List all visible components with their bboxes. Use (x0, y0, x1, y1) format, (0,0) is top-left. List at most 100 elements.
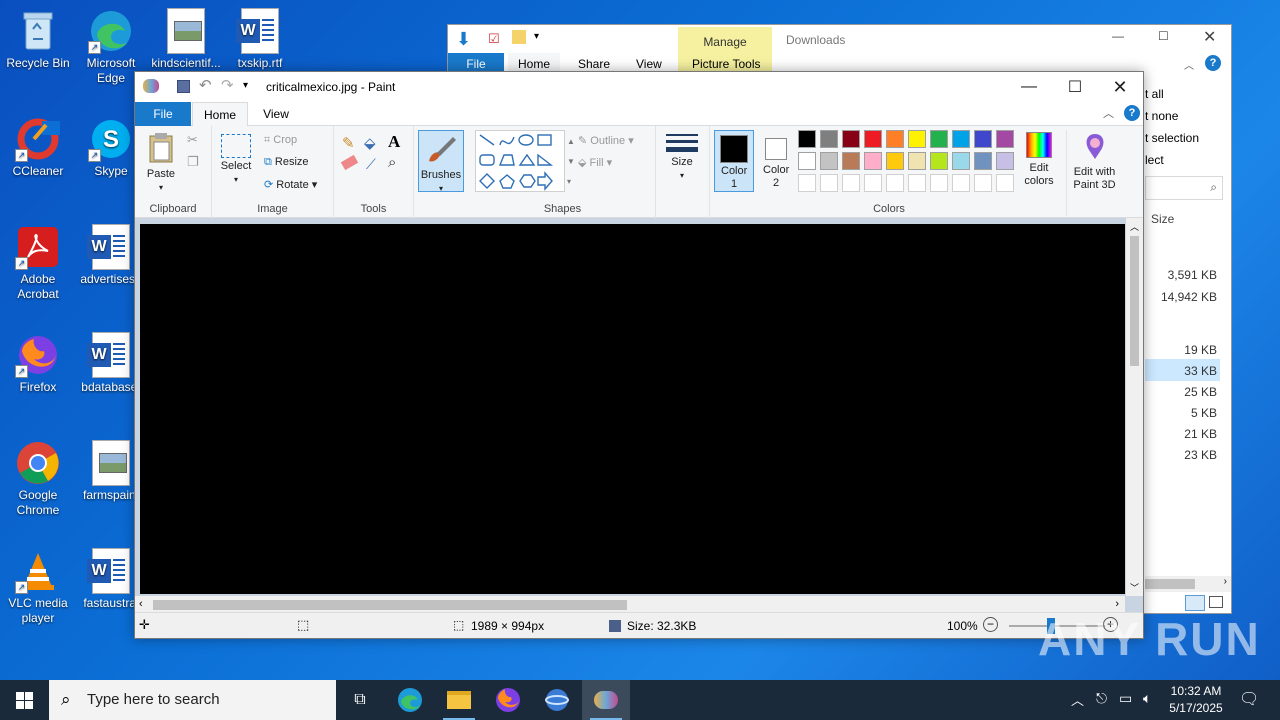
triangle-shape-icon[interactable] (518, 153, 536, 166)
scroll-thumb[interactable] (153, 600, 627, 610)
scroll-right-icon[interactable]: › (1115, 598, 1119, 610)
desktop-icon-chrome[interactable]: Google Chrome (0, 440, 76, 518)
eraser-icon[interactable] (340, 154, 359, 171)
color-swatch[interactable] (952, 130, 970, 148)
select-all[interactable]: t all (1145, 87, 1164, 101)
ribbon-collapse-icon[interactable]: ︿ (1103, 105, 1114, 121)
brushes-button[interactable]: Brushes ▾ (418, 130, 464, 193)
rotate-button[interactable]: ⟳ Rotate ▾ (264, 178, 317, 191)
color-swatch[interactable] (820, 152, 838, 170)
color-swatch[interactable] (864, 174, 882, 192)
magnifier-icon[interactable]: ⌕ (388, 154, 396, 171)
large-icons-view-icon[interactable] (1209, 596, 1223, 608)
search-box[interactable]: ⌕ (1145, 176, 1223, 200)
scroll-right-icon[interactable]: › (1224, 576, 1227, 587)
close-button[interactable]: ✕ (1203, 27, 1216, 47)
select-none[interactable]: t none (1145, 109, 1178, 123)
outline-button[interactable]: ✎ Outline ▾ (578, 134, 634, 147)
color-swatch[interactable] (886, 174, 904, 192)
clock[interactable]: 10:32 AM 5/17/2025 (1164, 683, 1228, 717)
edit-paint3d-button[interactable]: Edit with Paint 3D (1066, 130, 1122, 216)
color-swatch[interactable] (996, 130, 1014, 148)
size-column-header[interactable]: Size (1151, 212, 1174, 226)
save-icon[interactable] (177, 80, 190, 93)
color-swatch[interactable] (842, 174, 860, 192)
resize-button[interactable]: ⧉ Resize (264, 156, 309, 169)
color-swatch[interactable] (974, 130, 992, 148)
select-button[interactable]: Select ▾ (218, 134, 254, 186)
color-swatch[interactable] (798, 130, 816, 148)
color-swatch[interactable] (974, 174, 992, 192)
crop-button[interactable]: ⌗ Crop (264, 134, 297, 147)
tab-view[interactable]: View (251, 102, 301, 126)
drawing-canvas[interactable] (140, 224, 1125, 594)
help-icon[interactable]: ? (1124, 105, 1140, 121)
folder-icon[interactable] (512, 30, 526, 44)
arrow-shape-icon[interactable] (537, 171, 553, 191)
color-swatch[interactable] (908, 130, 926, 148)
color-swatch[interactable] (798, 152, 816, 170)
help-icon[interactable]: ? (1205, 55, 1221, 71)
color-swatch[interactable] (952, 152, 970, 170)
taskbar-app-4[interactable] (533, 680, 581, 720)
color-swatch[interactable] (930, 130, 948, 148)
color-swatch[interactable] (908, 174, 926, 192)
cut-icon[interactable]: ✂ (187, 132, 198, 148)
vertical-scrollbar[interactable]: ︿ ﹀ (1126, 218, 1143, 596)
color1-button[interactable]: Color 1 (714, 130, 754, 192)
pencil-icon[interactable]: ✎ (342, 134, 355, 152)
color2-button[interactable]: Color 2 (758, 130, 794, 192)
network-activity-icon[interactable]: ⎋ (1096, 690, 1107, 707)
scroll-left-icon[interactable]: ‹ (139, 598, 143, 610)
tab-file[interactable]: File (135, 102, 191, 126)
desktop-icon-vlc[interactable]: ↗ VLC media player (0, 548, 76, 626)
desktop-icon-txskip[interactable]: W txskip.rtf (222, 8, 298, 71)
properties-icon[interactable]: ☑ (488, 31, 500, 47)
undo-icon[interactable]: ↶ (199, 76, 212, 94)
rounded-rectangle-shape-icon[interactable] (479, 154, 495, 166)
line-shape-icon[interactable] (479, 134, 495, 146)
oval-shape-icon[interactable] (518, 134, 534, 146)
invert-selection[interactable]: t selection (1145, 131, 1199, 145)
details-view-icon[interactable] (1185, 595, 1205, 611)
taskbar-file-explorer[interactable] (435, 680, 483, 720)
redo-icon[interactable]: ↷ (221, 76, 234, 94)
paste-button[interactable]: Paste ▾ (143, 132, 179, 194)
curve-shape-icon[interactable] (499, 136, 515, 146)
gallery-scroll-icon[interactable]: ▲ ▼ ▾ (567, 132, 575, 192)
taskbar-edge[interactable] (386, 680, 434, 720)
color-swatch[interactable] (996, 174, 1014, 192)
color-swatch[interactable] (798, 174, 816, 192)
scroll-up-icon[interactable]: ︿ (1130, 220, 1139, 233)
color-swatch[interactable] (930, 174, 948, 192)
polygon-shape-icon[interactable] (498, 154, 515, 166)
color-swatch[interactable] (864, 152, 882, 170)
color-swatch[interactable] (842, 152, 860, 170)
desktop-icon-kindscientif[interactable]: kindscientif... (148, 8, 224, 71)
color-swatch[interactable] (886, 130, 904, 148)
maximize-button[interactable]: ☐ (1158, 29, 1169, 43)
color-swatch[interactable] (820, 130, 838, 148)
size-button[interactable]: Size ▾ (662, 134, 702, 182)
pentagon-shape-icon[interactable] (499, 174, 515, 189)
scroll-thumb[interactable] (1145, 579, 1195, 589)
edit-colors-button[interactable]: Edit colors (1020, 132, 1058, 188)
horizontal-scrollbar[interactable]: › (1145, 576, 1231, 592)
color-swatch[interactable] (952, 174, 970, 192)
color-swatch[interactable] (886, 152, 904, 170)
close-button[interactable]: ✕ (1097, 72, 1143, 102)
taskbar-search-box[interactable]: ⌕ Type here to search (49, 680, 336, 720)
color-swatch[interactable] (930, 152, 948, 170)
color-swatch[interactable] (864, 130, 882, 148)
qat-dropdown-icon[interactable]: ▾ (534, 31, 539, 42)
color-swatch[interactable] (842, 130, 860, 148)
color-swatch[interactable] (996, 152, 1014, 170)
shapes-gallery[interactable] (475, 130, 565, 192)
copy-icon[interactable]: ❐ (187, 154, 199, 170)
task-view-button[interactable]: ⧉ (336, 680, 384, 720)
start-button[interactable] (0, 680, 48, 720)
right-triangle-shape-icon[interactable] (537, 153, 554, 166)
taskbar-paint[interactable] (582, 680, 630, 720)
text-icon[interactable]: A (388, 132, 400, 152)
paint-window[interactable]: ↶ ↷ ▾ criticalmexico.jpg - Paint — ☐ ✕ F… (134, 71, 1144, 639)
